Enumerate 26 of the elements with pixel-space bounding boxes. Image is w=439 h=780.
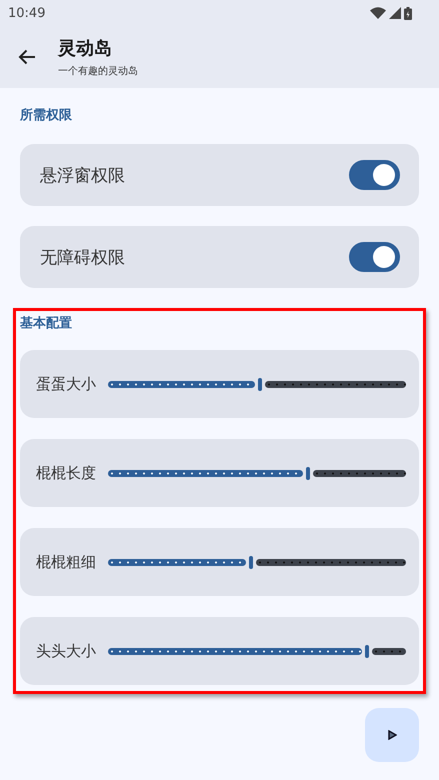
- section-title: 基本配置: [20, 315, 72, 332]
- status-time: 10:49: [8, 6, 46, 20]
- setting-label: 蛋蛋大小: [36, 374, 96, 394]
- setting-label: 头头大小: [36, 642, 96, 660]
- slider[interactable]: [108, 377, 406, 391]
- toggle-switch[interactable]: [349, 242, 400, 272]
- back-arrow-icon[interactable]: [18, 49, 36, 65]
- setting-label: 棍棍长度: [36, 464, 96, 482]
- slider[interactable]: [108, 555, 406, 569]
- wifi-icon: [370, 7, 386, 19]
- signal-icon: [389, 7, 401, 19]
- toggle-switch[interactable]: [349, 160, 400, 190]
- slider[interactable]: [108, 644, 406, 658]
- section-title: 所需权限: [20, 107, 72, 124]
- setting-label: 无障碍权限: [40, 246, 125, 268]
- slider-handle[interactable]: [258, 378, 262, 390]
- slider-handle[interactable]: [365, 644, 370, 658]
- slider-handle[interactable]: [306, 466, 310, 480]
- slider-handle[interactable]: [249, 556, 254, 568]
- setting-label: 悬浮窗权限: [40, 164, 125, 186]
- page-subtitle: 一个有趣的灵动岛: [58, 64, 138, 78]
- setting-label: 棍棍粗细: [36, 552, 96, 572]
- battery-icon: [404, 6, 412, 20]
- slider[interactable]: [108, 466, 406, 480]
- page-title: 灵动岛: [58, 37, 113, 60]
- play-icon: [388, 730, 396, 740]
